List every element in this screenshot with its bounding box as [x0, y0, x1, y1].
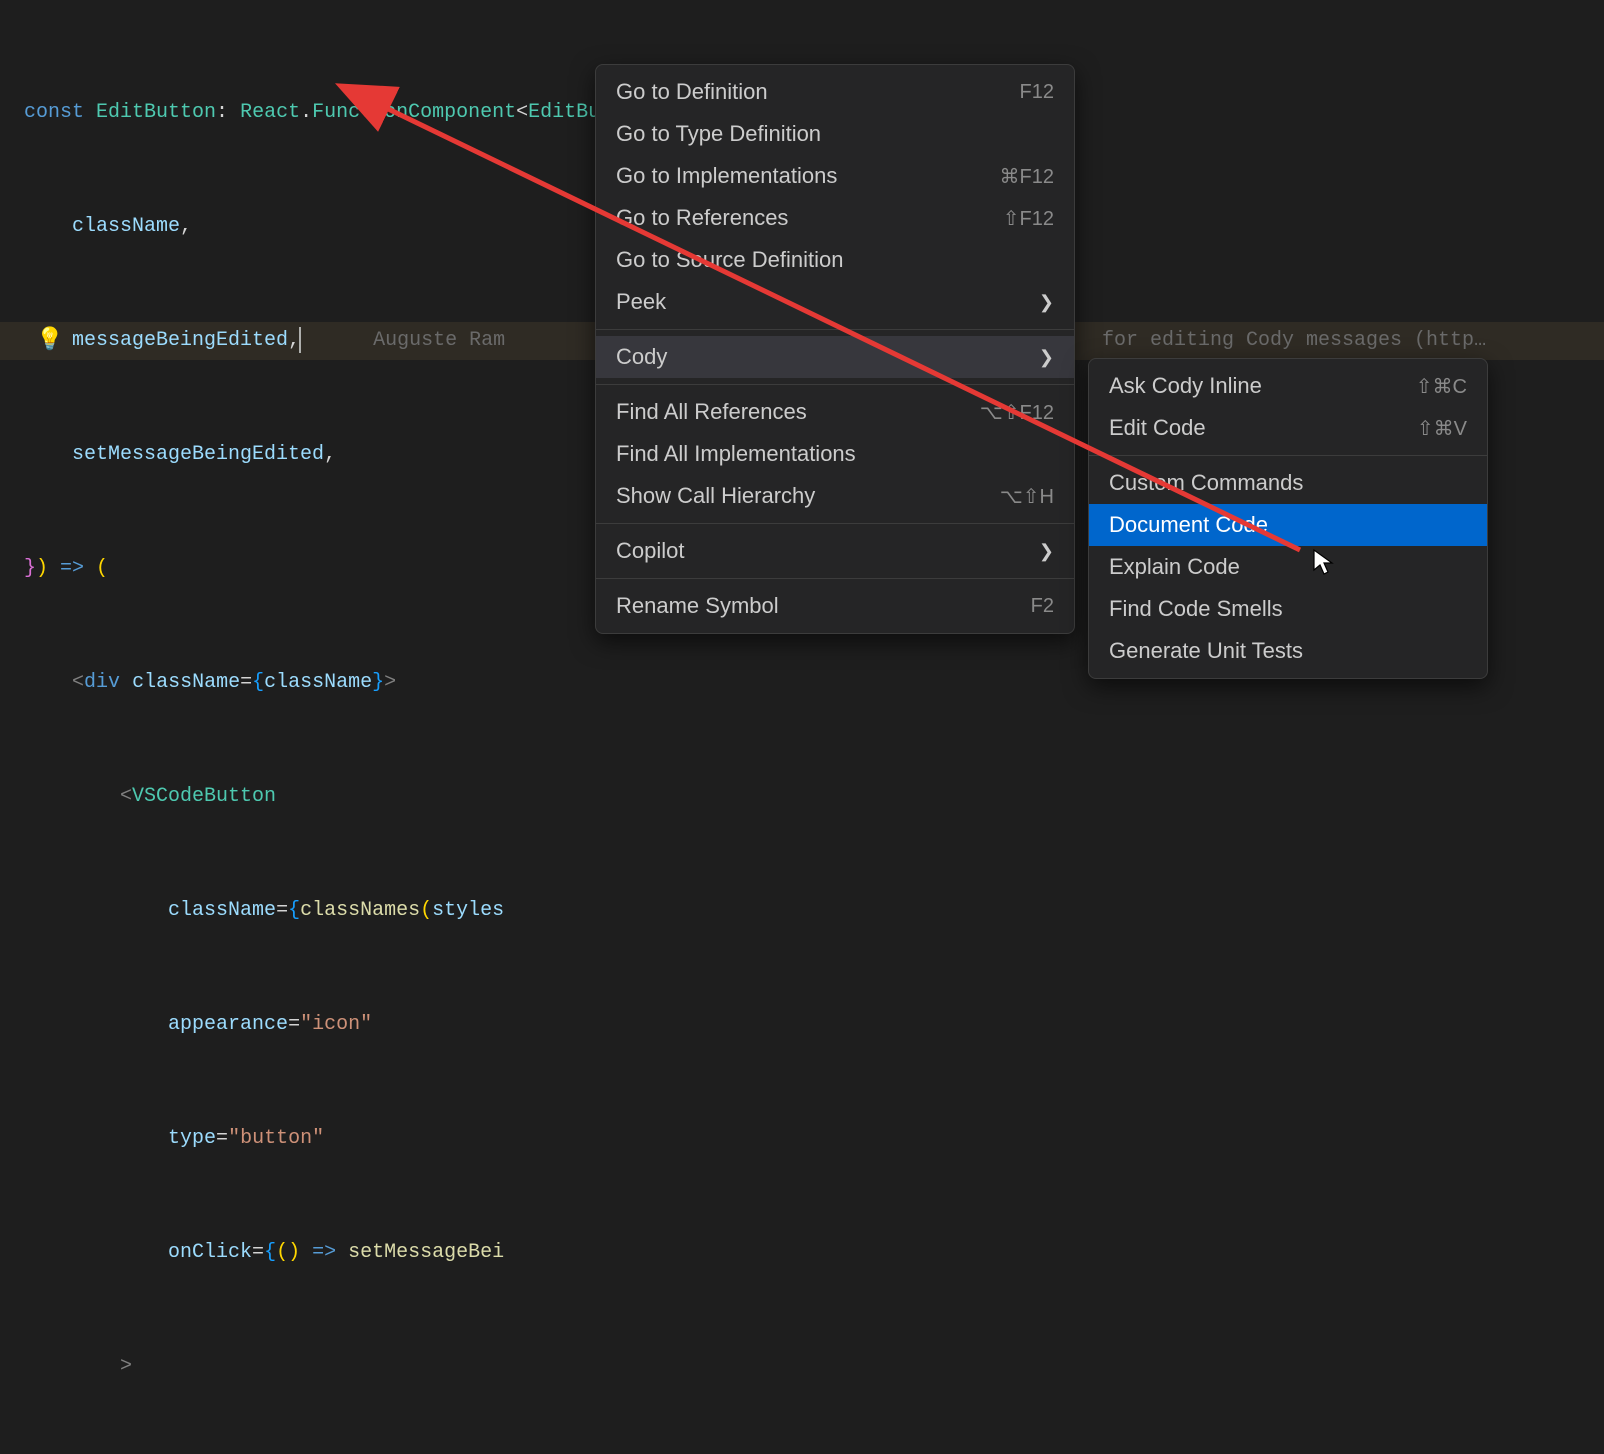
menu-separator [596, 329, 1074, 330]
code-line: type="button" [0, 1120, 1604, 1158]
submenu-item-generate-unit-tests[interactable]: Generate Unit Tests [1089, 630, 1487, 672]
menu-item-go-to-references[interactable]: Go to References⇧F12 [596, 197, 1074, 239]
chevron-right-icon: ❯ [1039, 541, 1054, 562]
shortcut-label: ⌘F12 [1000, 164, 1054, 189]
lightbulb-icon[interactable]: 💡 [36, 322, 63, 360]
menu-item-go-to-source-definition[interactable]: Go to Source Definition [596, 239, 1074, 281]
shortcut-label: ⇧F12 [1003, 206, 1054, 231]
menu-separator [596, 523, 1074, 524]
cody-submenu[interactable]: Ask Cody Inline⇧⌘C Edit Code⇧⌘V Custom C… [1088, 358, 1488, 679]
inline-blame-hint-tail: for editing Cody messages (http… [1090, 322, 1486, 360]
menu-separator [596, 384, 1074, 385]
menu-item-show-call-hierarchy[interactable]: Show Call Hierarchy⌥⇧H [596, 475, 1074, 517]
shortcut-label: ⇧⌘C [1416, 374, 1467, 399]
menu-item-go-to-implementations[interactable]: Go to Implementations⌘F12 [596, 155, 1074, 197]
menu-item-go-to-type-definition[interactable]: Go to Type Definition [596, 113, 1074, 155]
code-line: onClick={() => setMessageBei [0, 1234, 1604, 1272]
menu-item-cody[interactable]: Cody❯ [596, 336, 1074, 378]
shortcut-label: F12 [1020, 81, 1054, 104]
shortcut-label: ⌥⇧H [1000, 484, 1054, 509]
inline-blame-hint: Auguste Ram [301, 329, 505, 352]
menu-item-peek[interactable]: Peek❯ [596, 281, 1074, 323]
menu-item-find-all-references[interactable]: Find All References⌥⇧F12 [596, 391, 1074, 433]
code-line: className={classNames(styles [0, 892, 1604, 930]
code-line: appearance="icon" [0, 1006, 1604, 1044]
menu-item-find-all-implementations[interactable]: Find All Implementations [596, 433, 1074, 475]
menu-separator [1089, 455, 1487, 456]
submenu-item-ask-cody-inline[interactable]: Ask Cody Inline⇧⌘C [1089, 365, 1487, 407]
shortcut-label: ⇧⌘V [1417, 416, 1467, 441]
submenu-item-document-code[interactable]: Document Code [1089, 504, 1487, 546]
chevron-right-icon: ❯ [1039, 347, 1054, 368]
submenu-item-find-code-smells[interactable]: Find Code Smells [1089, 588, 1487, 630]
menu-item-rename-symbol[interactable]: Rename SymbolF2 [596, 585, 1074, 627]
chevron-right-icon: ❯ [1039, 292, 1054, 313]
context-menu[interactable]: Go to DefinitionF12 Go to Type Definitio… [595, 64, 1075, 634]
menu-separator [596, 578, 1074, 579]
code-line: > [0, 1348, 1604, 1386]
shortcut-label: F2 [1031, 595, 1054, 618]
menu-item-go-to-definition[interactable]: Go to DefinitionF12 [596, 71, 1074, 113]
menu-item-copilot[interactable]: Copilot❯ [596, 530, 1074, 572]
submenu-item-edit-code[interactable]: Edit Code⇧⌘V [1089, 407, 1487, 449]
shortcut-label: ⌥⇧F12 [980, 400, 1054, 425]
submenu-item-explain-code[interactable]: Explain Code [1089, 546, 1487, 588]
submenu-item-custom-commands[interactable]: Custom Commands [1089, 462, 1487, 504]
code-line: <VSCodeButton [0, 778, 1604, 816]
